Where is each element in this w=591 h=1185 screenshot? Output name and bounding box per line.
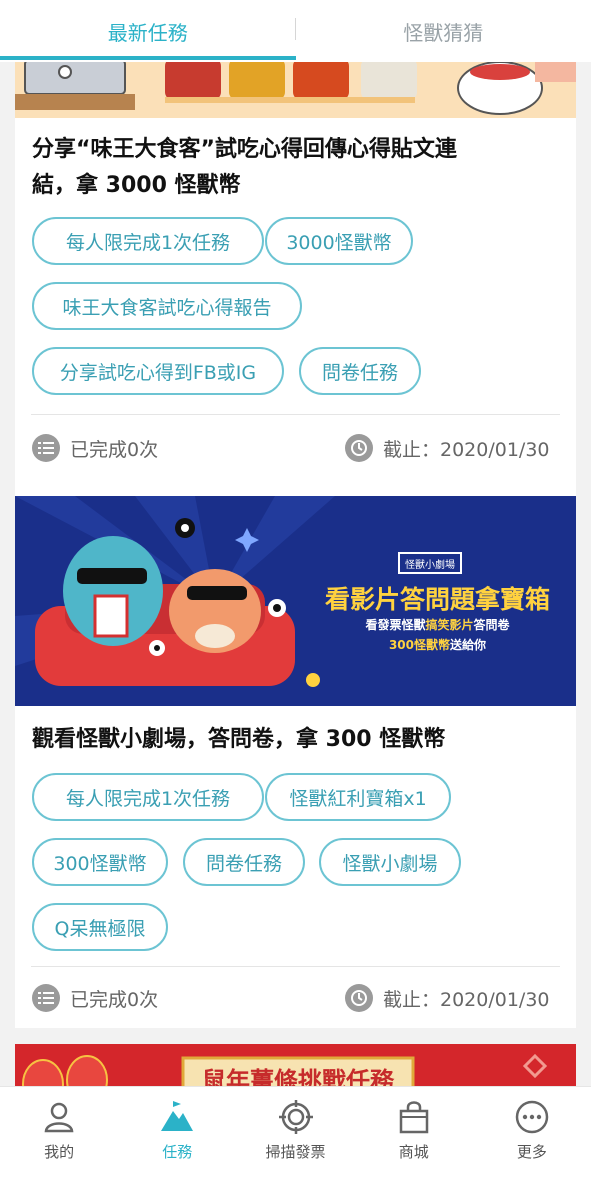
deadline-text: 截止：2020/01/30 bbox=[383, 988, 550, 1011]
nav-label: 更多 bbox=[516, 1143, 547, 1161]
list-icon bbox=[32, 984, 60, 1012]
clock-icon bbox=[345, 434, 373, 462]
tab-latest-tasks[interactable]: 最新任務 bbox=[0, 0, 296, 62]
banner-headline: 鼠年薑條挑戰任務 bbox=[202, 1067, 394, 1086]
task-title: 分享“味王大食客”試吃心得回傳心得貼文連 結，拿 3000 怪獸幣 bbox=[32, 137, 457, 198]
task-tag: Q呆無極限 bbox=[32, 903, 168, 951]
task-tag: 問卷任務 bbox=[299, 347, 421, 395]
tab-monster-guess[interactable]: 怪獸猜猜 bbox=[296, 0, 591, 62]
task-tag: 3000怪獸幣 bbox=[265, 217, 413, 265]
card-divider bbox=[31, 414, 560, 415]
tab-label: 最新任務 bbox=[107, 20, 188, 45]
completion-text: 已完成0次 bbox=[70, 988, 159, 1011]
top-tab-bar: 最新任務 怪獸猜猜 bbox=[0, 0, 591, 62]
banner-headline: 看影片答問題拿寶箱 bbox=[324, 585, 550, 614]
nav-label: 商城 bbox=[398, 1143, 429, 1161]
nav-more[interactable]: 更多 bbox=[473, 1087, 591, 1185]
task-tag: 分享試吃心得到FB或IG bbox=[32, 347, 284, 395]
task-banner-image: 鼠年薑條挑戰任務 bbox=[15, 1044, 576, 1086]
completion-text: 已完成0次 bbox=[70, 438, 159, 461]
shopping-bag-icon bbox=[399, 1101, 428, 1134]
task-tag: 問卷任務 bbox=[183, 838, 305, 886]
tab-label: 怪獸猜猜 bbox=[403, 20, 484, 45]
deadline: 截止：2020/01/30 bbox=[345, 980, 550, 1016]
list-icon bbox=[32, 434, 60, 462]
task-card[interactable]: 鼠年薑條挑戰任務 bbox=[15, 1044, 576, 1086]
task-tag: 300怪獸幣 bbox=[32, 838, 168, 886]
nav-scan-invoice[interactable]: 掃描發票 bbox=[236, 1087, 354, 1185]
task-banner-image: 怪獸小劇場 看影片答問題拿寶箱 看發票怪獸搞笑影片答問卷 300怪獸幣送給你 bbox=[15, 496, 576, 706]
task-feed[interactable]: 分享“味王大食客”試吃心得回傳心得貼文連 結，拿 3000 怪獸幣 每人限完成1… bbox=[0, 62, 591, 1086]
task-tag: 每人限完成1次任務 bbox=[32, 773, 264, 821]
nav-label: 我的 bbox=[44, 1143, 75, 1161]
task-title: 觀看怪獸小劇場，答問卷，拿 300 怪獸幣 bbox=[32, 727, 446, 752]
card-divider bbox=[31, 966, 560, 967]
nav-store[interactable]: 商城 bbox=[355, 1087, 473, 1185]
nav-tasks[interactable]: 任務 bbox=[118, 1087, 236, 1185]
deadline-text: 截止：2020/01/30 bbox=[383, 438, 550, 461]
task-tag: 怪獸紅利寶箱x1 bbox=[265, 773, 451, 821]
banner-subline-2: 300怪獸幣送給你 bbox=[388, 638, 487, 652]
banner-badge: 怪獸小劇場 bbox=[398, 552, 462, 574]
crosshair-icon bbox=[278, 1100, 313, 1134]
completion-status: 已完成0次 bbox=[32, 980, 158, 1016]
clock-icon bbox=[345, 984, 373, 1012]
mountain-flag-icon bbox=[161, 1101, 194, 1131]
nav-my[interactable]: 我的 bbox=[0, 1087, 118, 1185]
bottom-navigation: 我的 任務 掃描發票 商城 更多 bbox=[0, 1086, 591, 1185]
banner-subline-1: 看發票怪獸搞笑影片答問卷 bbox=[365, 618, 510, 632]
task-tag: 怪獸小劇場 bbox=[319, 838, 461, 886]
task-banner-image bbox=[15, 62, 576, 118]
task-tag: 每人限完成1次任務 bbox=[32, 217, 264, 265]
task-tag: 味王大食客試吃心得報告 bbox=[32, 282, 302, 330]
task-card[interactable]: 分享“味王大食客”試吃心得回傳心得貼文連 結，拿 3000 怪獸幣 每人限完成1… bbox=[15, 62, 576, 546]
nav-label: 掃描發票 bbox=[265, 1143, 326, 1161]
completion-status: 已完成0次 bbox=[32, 430, 158, 466]
more-dots-icon bbox=[515, 1100, 549, 1134]
deadline: 截止：2020/01/30 bbox=[345, 430, 550, 466]
nav-label: 任務 bbox=[162, 1143, 193, 1161]
person-icon bbox=[44, 1102, 74, 1133]
task-card[interactable]: 怪獸小劇場 看影片答問題拿寶箱 看發票怪獸搞笑影片答問卷 300怪獸幣送給你 觀… bbox=[15, 496, 576, 1028]
